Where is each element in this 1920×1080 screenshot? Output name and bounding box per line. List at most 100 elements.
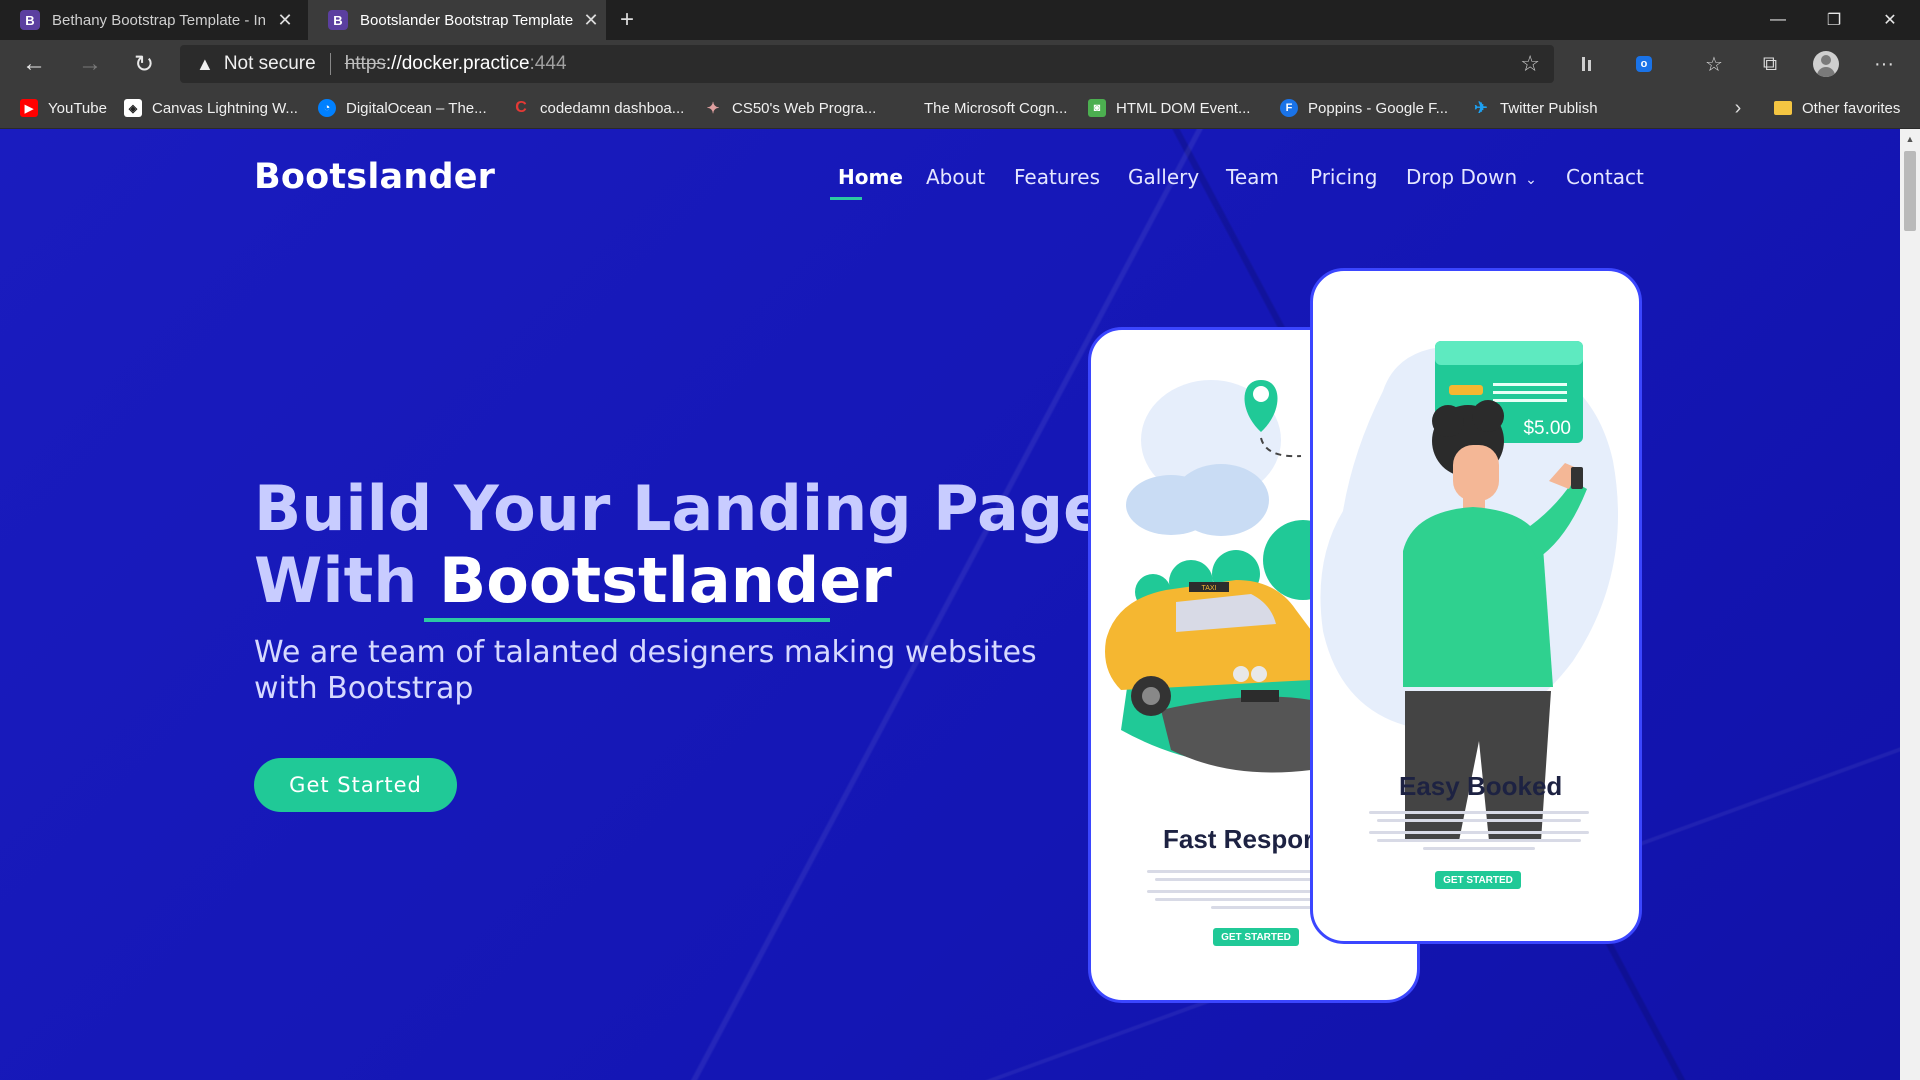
bookmark-microsoft-cognitive[interactable]: The Microsoft Cogn... <box>896 88 1067 128</box>
hero-subtitle: We are team of talanted designers making… <box>254 635 1037 706</box>
more-menu-button[interactable]: ··· <box>1862 40 1906 88</box>
lorem-line <box>1423 847 1535 850</box>
close-window-button[interactable]: ✕ <box>1862 0 1918 40</box>
minimize-button[interactable]: — <box>1750 0 1806 40</box>
hero-heading: Build Your Landing Page With Bootstlande… <box>254 473 1105 617</box>
tab-title: Bootslander Bootstrap Template <box>360 11 574 29</box>
tab-bethany[interactable]: B Bethany Bootstrap Template - In ✕ <box>0 0 300 40</box>
bootstrap-favicon-icon: B <box>328 10 348 30</box>
tab-bootslander[interactable]: B Bootslander Bootstrap Template ✕ <box>308 0 606 40</box>
microsoft-icon <box>896 99 914 117</box>
tab-title: Bethany Bootstrap Template - In <box>52 11 267 29</box>
canvas-icon: ◈ <box>124 99 142 117</box>
address-separator <box>329 53 331 75</box>
bookmark-youtube[interactable]: ▶ YouTube <box>20 88 107 128</box>
warning-icon: ▲ <box>196 53 214 74</box>
bookmark-label: CS50's Web Progra... <box>732 99 877 117</box>
favorite-star-icon[interactable]: ☆ <box>1520 51 1540 77</box>
bookmark-label: The Microsoft Cogn... <box>924 99 1068 117</box>
hero-heading-brand: Bootstlander <box>439 544 892 617</box>
taxi-sign-text: TAXI <box>1201 585 1216 592</box>
new-tab-button[interactable]: + <box>612 0 642 40</box>
scrollbar-thumb[interactable] <box>1904 151 1916 231</box>
bookmarks-bar: ▶ YouTube ◈ Canvas Lightning W... ◔ Digi… <box>0 88 1920 129</box>
restore-button[interactable]: ❐ <box>1806 0 1862 40</box>
google-fonts-icon: F <box>1280 99 1298 117</box>
bookmark-label: codedamn dashboa... <box>540 99 685 117</box>
bookmarks-overflow-chevron-icon[interactable]: › <box>1726 88 1750 128</box>
favorites-icon[interactable]: ☆ <box>1692 40 1736 88</box>
lorem-line <box>1369 831 1589 834</box>
lorem-line <box>1377 819 1581 822</box>
hero-heading-line2: With Bootstlander <box>254 545 1105 617</box>
lorem-line <box>1369 811 1589 814</box>
w3schools-icon: ◙ <box>1088 99 1106 117</box>
reload-button[interactable]: ↻ <box>122 40 166 88</box>
security-status[interactable]: Not secure <box>224 53 316 75</box>
bookmark-label: YouTube <box>48 99 107 117</box>
phone-get-started-button[interactable]: GET STARTED <box>1213 928 1299 946</box>
bookmark-canvas[interactable]: ◈ Canvas Lightning W... <box>124 88 298 128</box>
hero-section: Bootslander Home About Features Gallery … <box>0 129 1900 1080</box>
bookmark-poppins-font[interactable]: F Poppins - Google F... <box>1280 88 1448 128</box>
nav-dropdown-label: Drop Down <box>1406 165 1518 189</box>
close-tab-icon[interactable]: ✕ <box>270 10 300 31</box>
digitalocean-icon: ◔ <box>318 99 336 117</box>
bookmark-label: Canvas Lightning W... <box>152 99 298 117</box>
nav-dropdown[interactable]: Drop Down ⌄ <box>1406 165 1537 189</box>
nav-pricing[interactable]: Pricing <box>1310 165 1377 189</box>
extension-badge-icon[interactable]: o <box>1622 40 1666 88</box>
nav-about[interactable]: About <box>926 165 985 189</box>
browser-title-bar: B Bethany Bootstrap Template - In ✕ B Bo… <box>0 0 1920 40</box>
close-tab-icon[interactable]: ✕ <box>576 10 606 31</box>
bookmark-codedamn[interactable]: C codedamn dashboa... <box>512 88 684 128</box>
phone-mockup-easy-booked: $5.00 Easy Booked GET STARTED <box>1310 268 1642 944</box>
hero-heading-line1: Build Your Landing Page <box>254 472 1106 545</box>
site-logo[interactable]: Bootslander <box>254 157 495 197</box>
phone-get-started-button[interactable]: GET STARTED <box>1435 871 1521 889</box>
bookmark-twitter-publish[interactable]: ✈ Twitter Publish <box>1472 88 1598 128</box>
brand-underline <box>424 618 830 622</box>
lorem-line <box>1377 839 1581 842</box>
bookmark-label: Other favorites <box>1802 99 1901 117</box>
profile-icon[interactable] <box>1804 40 1848 88</box>
scroll-up-icon[interactable]: ▲ <box>1900 131 1920 147</box>
nav-features[interactable]: Features <box>1014 165 1100 189</box>
other-favorites-folder[interactable]: Other favorites <box>1774 88 1900 128</box>
cs50-icon: ✦ <box>706 100 720 117</box>
bookmark-label: Poppins - Google F... <box>1308 99 1449 117</box>
folder-icon <box>1774 101 1792 115</box>
url-scheme: https <box>344 53 386 74</box>
url-port: :444 <box>529 53 567 74</box>
browser-toolbar: ← → ↻ ▲ Not secure https://docker.practi… <box>0 40 1920 88</box>
bookmark-cs50[interactable]: ✦ CS50's Web Progra... <box>704 88 877 128</box>
hero-heading-prefix: With <box>254 544 440 617</box>
bookmark-label: DigitalOcean – The... <box>346 99 487 117</box>
bookmark-label: HTML DOM Event... <box>1116 99 1251 117</box>
nav-active-indicator <box>830 197 862 200</box>
forward-button[interactable]: → <box>68 40 112 88</box>
nav-contact[interactable]: Contact <box>1566 165 1644 189</box>
bookmark-digitalocean[interactable]: ◔ DigitalOcean – The... <box>318 88 487 128</box>
twitter-icon: ✈ <box>1474 100 1488 117</box>
price-text: $5.00 <box>1523 418 1571 439</box>
booking-illustration: $5.00 <box>1320 341 1618 841</box>
nav-team[interactable]: Team <box>1226 165 1279 189</box>
bootstrap-favicon-icon: B <box>20 10 40 30</box>
url-host: ://docker.practice <box>385 53 530 74</box>
codedamn-icon: C <box>515 99 527 116</box>
collections-icon[interactable]: ⧉ <box>1748 40 1792 88</box>
phone-title-fast-response: Fast Respor <box>1163 824 1314 854</box>
back-button[interactable]: ← <box>12 40 56 88</box>
nav-gallery[interactable]: Gallery <box>1128 165 1199 189</box>
bookmark-html-dom-events[interactable]: ◙ HTML DOM Event... <box>1088 88 1250 128</box>
chevron-down-icon: ⌄ <box>1525 172 1537 188</box>
phone-title-easy-booked: Easy Booked <box>1399 771 1563 801</box>
address-bar[interactable]: ▲ Not secure https://docker.practice:444… <box>180 45 1554 83</box>
bookmark-label: Twitter Publish <box>1500 99 1598 117</box>
page-scrollbar[interactable]: ▲ <box>1900 129 1920 1080</box>
extension-icon[interactable] <box>1566 40 1610 88</box>
nav-home[interactable]: Home <box>838 165 903 189</box>
get-started-button[interactable]: Get Started <box>254 758 457 812</box>
youtube-icon: ▶ <box>20 99 38 117</box>
